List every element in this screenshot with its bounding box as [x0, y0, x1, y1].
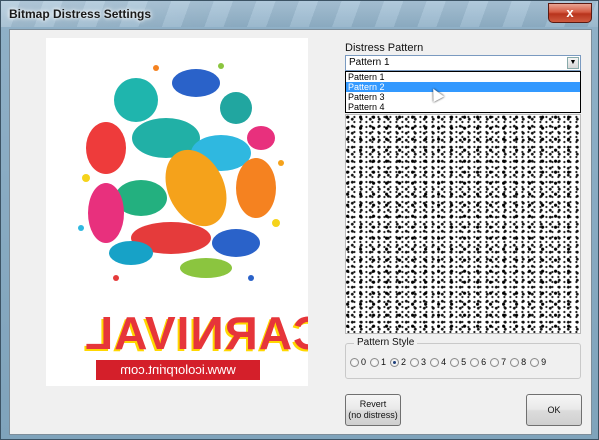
revert-button-label: Revert [359, 399, 387, 409]
radio-label: 3 [421, 357, 427, 367]
pattern-style-radios: 0 1 2 3 4 5 6 7 8 9 [350, 357, 550, 367]
radio-label: 5 [461, 357, 467, 367]
radio-icon[interactable] [530, 357, 540, 367]
radio-icon[interactable] [490, 357, 500, 367]
pattern-style-radio-3[interactable]: 3 [410, 357, 428, 367]
carnival-banner: CARNIVAL [84, 307, 308, 359]
revert-button-sublabel: (no distress) [348, 410, 398, 420]
pattern-style-group: Pattern Style 0 1 2 3 4 5 6 7 8 9 [345, 337, 581, 379]
pattern-style-radio-8[interactable]: 8 [510, 357, 528, 367]
radio-icon[interactable] [410, 357, 420, 367]
ok-button[interactable]: OK [526, 394, 582, 426]
title-bar[interactable]: Bitmap Distress Settings x [1, 1, 598, 27]
radio-label: 4 [441, 357, 447, 367]
distress-texture-preview [345, 114, 581, 334]
radio-label: 0 [361, 357, 367, 367]
radio-selected-icon[interactable] [390, 357, 400, 367]
radio-label: 2 [401, 357, 407, 367]
radio-label: 8 [521, 357, 527, 367]
close-button[interactable]: x [548, 3, 592, 23]
chevron-down-icon[interactable]: ▼ [567, 57, 579, 69]
dialog-window: Bitmap Distress Settings x CARNIVAL www.… [0, 0, 599, 440]
pattern-style-label: Pattern Style [354, 337, 418, 348]
dropdown-option-pattern-1[interactable]: Pattern 1 [346, 72, 580, 82]
radio-icon[interactable] [430, 357, 440, 367]
radio-icon[interactable] [350, 357, 359, 367]
pattern-style-radio-9[interactable]: 9 [530, 357, 548, 367]
radio-label: 9 [541, 357, 547, 367]
url-strip: www.icolorprint.com [96, 360, 260, 380]
radio-label: 7 [501, 357, 507, 367]
pattern-style-radio-7[interactable]: 7 [490, 357, 508, 367]
distress-pattern-label: Distress Pattern [345, 42, 424, 54]
radio-icon[interactable] [470, 357, 480, 367]
bitmap-preview: CARNIVAL www.icolorprint.com [46, 38, 308, 386]
dialog-body: CARNIVAL www.icolorprint.com Distress Pa… [9, 29, 592, 435]
dropdown-option-pattern-2[interactable]: Pattern 2 [346, 82, 580, 92]
radio-label: 6 [481, 357, 487, 367]
pattern-style-radio-4[interactable]: 4 [430, 357, 448, 367]
dropdown-option-pattern-3[interactable]: Pattern 3 [346, 92, 580, 102]
distress-pattern-value: Pattern 1 [349, 57, 390, 68]
radio-icon[interactable] [370, 357, 380, 367]
window-title: Bitmap Distress Settings [9, 7, 152, 21]
pattern-style-radio-2[interactable]: 2 [390, 357, 408, 367]
pattern-style-radio-5[interactable]: 5 [450, 357, 468, 367]
revert-button[interactable]: Revert (no distress) [345, 394, 401, 426]
distress-pattern-dropdown: Pattern 1 Pattern 2 Pattern 3 Pattern 4 [345, 71, 581, 113]
pattern-style-radio-0[interactable]: 0 [350, 357, 368, 367]
radio-label: 1 [381, 357, 387, 367]
radio-icon[interactable] [510, 357, 520, 367]
pattern-style-radio-1[interactable]: 1 [370, 357, 388, 367]
distress-pattern-select[interactable]: Pattern 1 ▼ [345, 55, 581, 71]
pattern-style-radio-6[interactable]: 6 [470, 357, 488, 367]
close-icon: x [566, 5, 574, 20]
dropdown-option-pattern-4[interactable]: Pattern 4 [346, 102, 580, 112]
radio-icon[interactable] [450, 357, 460, 367]
